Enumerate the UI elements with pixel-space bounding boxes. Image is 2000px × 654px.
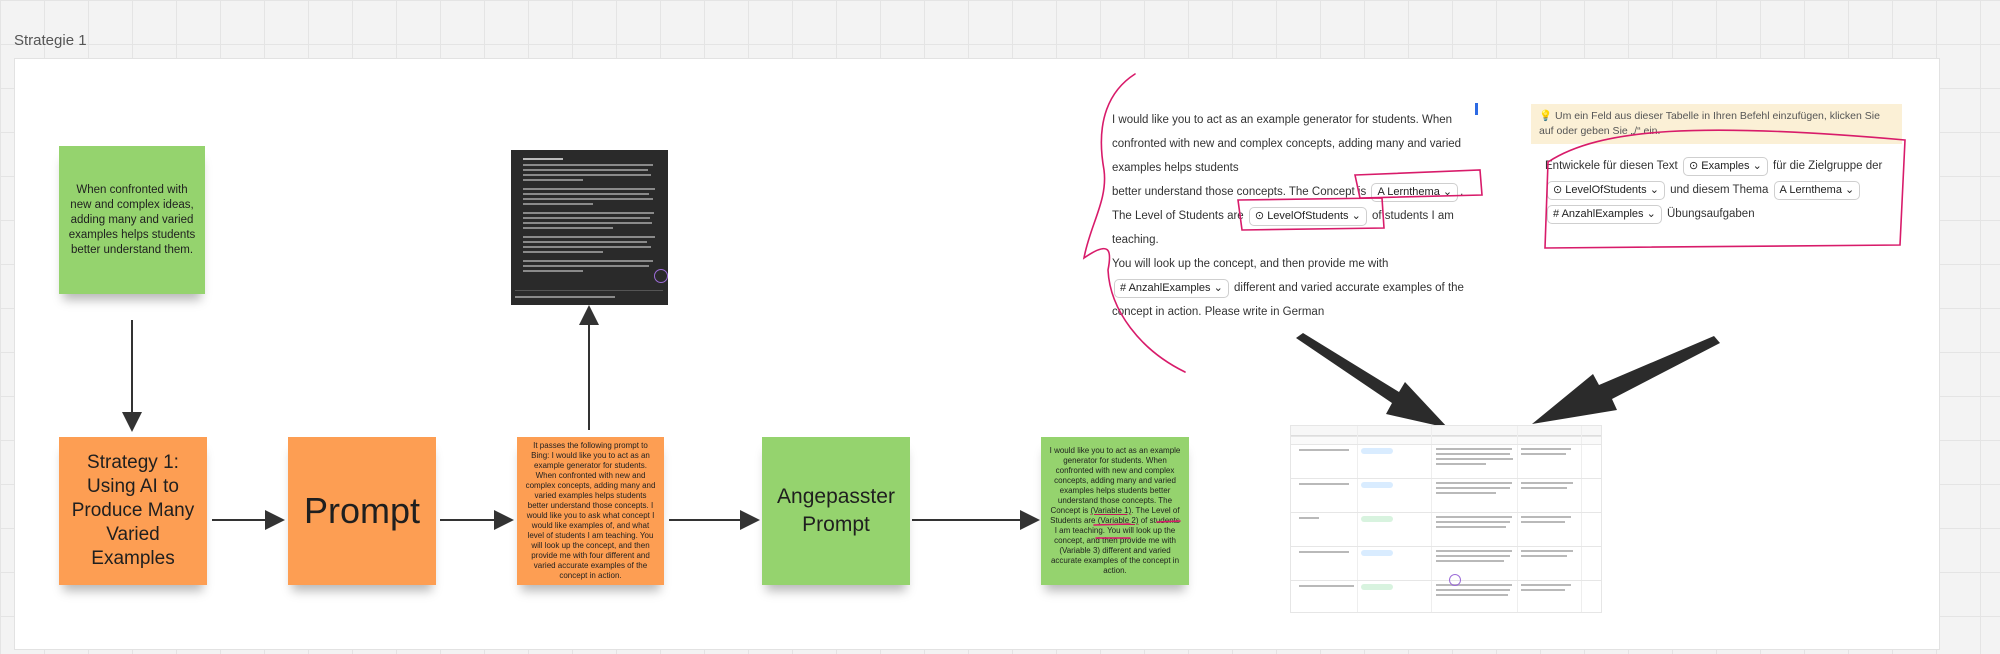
prompt-text-block: I would like you to act as an example ge… <box>1112 108 1477 324</box>
sticky-adapted[interactable]: Angepasster Prompt <box>762 437 910 585</box>
table-screenshot[interactable] <box>1290 425 1602 613</box>
chip-level-of-students[interactable]: ⊙ LevelOfStudents ⌄ <box>1547 181 1665 200</box>
select-field-icon: ⊙ <box>1254 210 1265 222</box>
sticky-bing[interactable]: It passes the following prompt to Bing: … <box>517 437 664 585</box>
prompt-line-5: # AnzahlExamples ⌄ different and varied … <box>1112 276 1477 324</box>
variable-2: (Variable 2) <box>1097 516 1139 525</box>
chip-lernthema[interactable]: A Lernthema ⌄ <box>1773 181 1861 200</box>
sticky-variable-text: I would like you to act as an example ge… <box>1049 446 1181 576</box>
sticky-strategy[interactable]: Strategy 1: Using AI to Produce Many Var… <box>59 437 207 585</box>
text-field-icon: A <box>1377 186 1385 198</box>
chevron-down-icon: ⌄ <box>1752 160 1762 172</box>
table-toolbar <box>1291 426 1601 436</box>
cursor-circle-icon <box>654 269 668 283</box>
number-field-icon: # <box>1120 282 1127 294</box>
chip-level-of-students[interactable]: ⊙ LevelOfStudents ⌄ <box>1248 207 1367 226</box>
prompt-line-1: I would like you to act as an example ge… <box>1112 114 1462 174</box>
chevron-down-icon: ⌄ <box>1442 186 1453 198</box>
chevron-down-icon: ⌄ <box>1646 208 1656 220</box>
chevron-down-icon: ⌄ <box>1649 184 1659 196</box>
chip-lernthema[interactable]: A Lernthema ⌄ <box>1371 183 1459 202</box>
lightbulb-icon: 💡 <box>1539 110 1553 122</box>
sticky-intro-text: When confronted with new and complex ide… <box>68 183 196 256</box>
sticky-bing-text: It passes the following prompt to Bing: … <box>525 441 656 580</box>
chevron-down-icon: ⌄ <box>1213 282 1223 294</box>
sticky-adapted-text: Angepasster Prompt <box>777 485 895 536</box>
sticky-prompt-text: Prompt <box>303 490 421 531</box>
prompt-line-4: You will look up the concept, and then p… <box>1112 258 1389 270</box>
select-field-icon: ⊙ <box>1688 160 1699 172</box>
sticky-strategy-text: Strategy 1: Using AI to Produce Many Var… <box>71 452 195 569</box>
chevron-down-icon: ⌄ <box>1351 210 1361 222</box>
bing-output-screenshot[interactable] <box>511 150 668 305</box>
cursor-circle-icon <box>1449 574 1461 586</box>
dialog-hint: 💡 Um ein Feld aus dieser Tabelle in Ihre… <box>1531 104 1902 144</box>
chevron-down-icon: ⌄ <box>1845 184 1855 196</box>
sticky-prompt[interactable]: Prompt <box>288 437 436 585</box>
dialog-body[interactable]: Entwickele für diesen Text ⊙ Examples ⌄ … <box>1531 144 1902 236</box>
chip-anzahl-examples[interactable]: # AnzahlExamples ⌄ <box>1114 279 1229 298</box>
variable-1: (Variable 1) <box>1090 506 1132 515</box>
sticky-intro[interactable]: When confronted with new and complex ide… <box>59 146 205 294</box>
number-field-icon: # <box>1553 208 1560 220</box>
frame-label: Strategie 1 <box>14 32 87 49</box>
prompt-line-2: better understand those concepts. The Co… <box>1112 180 1477 204</box>
text-cursor <box>1475 103 1478 115</box>
text-field-icon: A <box>1779 184 1787 196</box>
variable-text-before: I would like you to act as an example ge… <box>1049 446 1181 515</box>
select-field-icon: ⊙ <box>1553 184 1563 196</box>
prompt-line-3: The Level of Students are ⊙ LevelOfStude… <box>1112 204 1477 252</box>
sticky-variable-prompt[interactable]: I would like you to act as an example ge… <box>1041 437 1189 585</box>
chip-examples[interactable]: ⊙ Examples ⌄ <box>1682 157 1768 176</box>
chip-anzahl-examples[interactable]: # AnzahlExamples ⌄ <box>1547 205 1662 224</box>
prompt-dialog: 💡 Um ein Feld aus dieser Tabelle in Ihre… <box>1531 104 1902 329</box>
